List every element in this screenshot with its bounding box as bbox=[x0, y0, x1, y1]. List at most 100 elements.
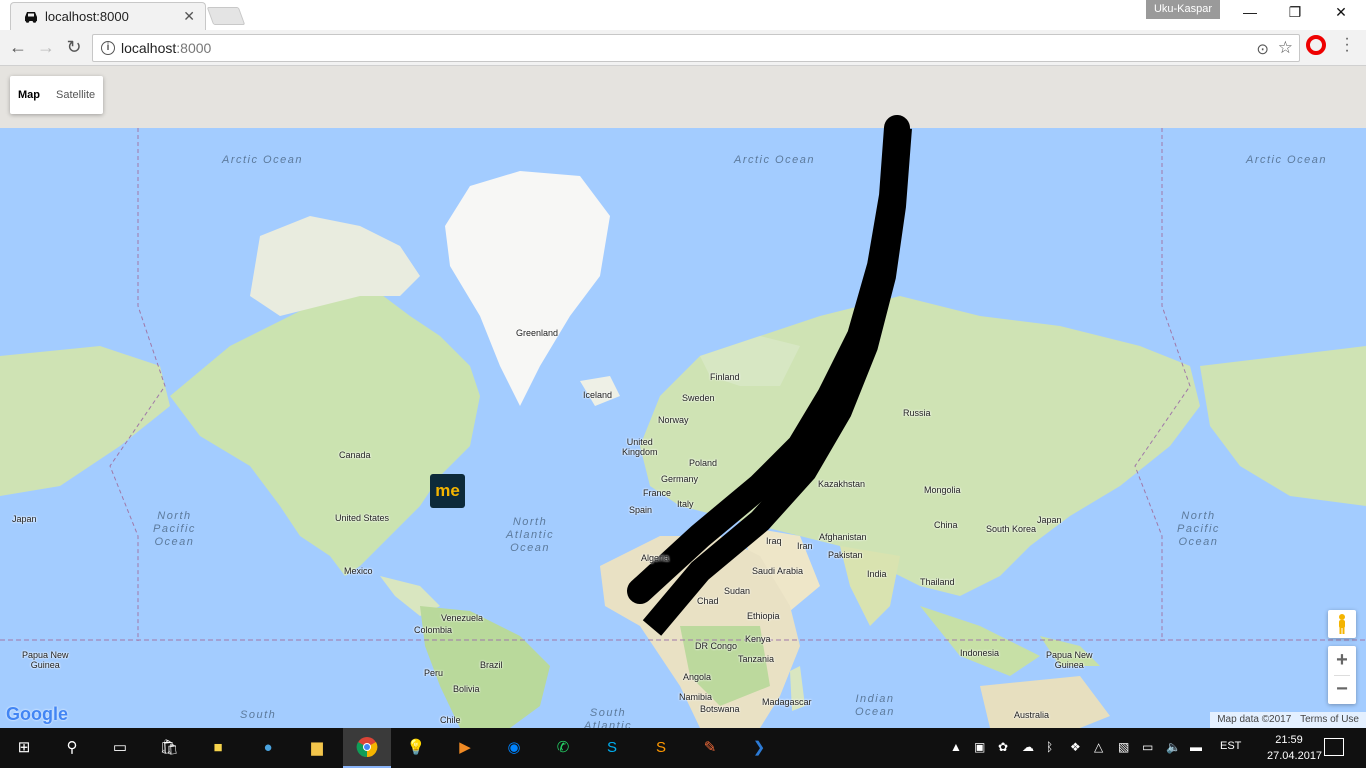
media-player-icon[interactable]: ▶ bbox=[453, 736, 477, 760]
search-icon[interactable]: ⚲ bbox=[60, 736, 84, 760]
url-text[interactable]: localhost:8000 bbox=[121, 40, 211, 56]
chrome-logo-icon bbox=[356, 737, 378, 758]
place-label: Mexico bbox=[344, 566, 373, 576]
place-label: South Korea bbox=[986, 524, 1037, 534]
messenger-icon[interactable]: ◉ bbox=[502, 736, 526, 760]
tray-app-icon[interactable]: ▧ bbox=[1118, 740, 1129, 754]
place-label: Papua New Guinea bbox=[1046, 650, 1093, 670]
skype-icon[interactable]: S bbox=[600, 736, 624, 760]
back-arrow-icon[interactable]: ← bbox=[6, 36, 30, 60]
windows-taskbar: ⊞ ⚲ ▭ 🛍 ■ ● ▆ 💡 ▶ ◉ ✆ S S ✎ ❯ ▲ ▣ ✿ ☁ ᛒ … bbox=[0, 728, 1366, 768]
sublime-text-icon[interactable]: S bbox=[649, 736, 673, 760]
zoom-out-button[interactable]: − bbox=[1328, 675, 1356, 704]
ocean-label: South Atlantic bbox=[584, 707, 633, 728]
place-label: Finland bbox=[710, 372, 740, 382]
place-label: Chile bbox=[440, 715, 461, 725]
place-label: Indonesia bbox=[960, 648, 1000, 658]
reload-icon[interactable]: ↻ bbox=[62, 36, 86, 60]
place-label: DR Congo bbox=[695, 641, 738, 651]
new-tab-button[interactable] bbox=[206, 7, 246, 25]
street-view-pegman-icon[interactable] bbox=[1328, 610, 1356, 638]
restore-button[interactable]: ❐ bbox=[1272, 4, 1318, 24]
ocean-label: North Pacific Ocean bbox=[153, 510, 196, 548]
paint-app-icon[interactable]: ✎ bbox=[698, 736, 722, 760]
terms-of-use-link[interactable]: Terms of Use bbox=[1300, 714, 1359, 725]
place-label: Bolivia bbox=[453, 684, 480, 694]
ocean-label: Arctic Ocean bbox=[1246, 154, 1327, 166]
tab-close-icon[interactable]: ✕ bbox=[183, 8, 195, 25]
google-map[interactable]: Map Satellite Arctic Ocean Arctic Ocean … bbox=[0, 66, 1366, 728]
place-label: Greenland bbox=[516, 328, 559, 338]
tray-battery-icon[interactable]: ▬ bbox=[1190, 740, 1202, 754]
clock-date: 27.04.2017 bbox=[1267, 750, 1323, 762]
whatsapp-icon[interactable]: ✆ bbox=[551, 736, 575, 760]
map-type-satellite-button[interactable]: Satellite bbox=[48, 76, 103, 114]
tray-dropbox-icon[interactable]: ❖ bbox=[1070, 740, 1081, 754]
map-type-map-button[interactable]: Map bbox=[10, 76, 48, 114]
place-label: Kazakhstan bbox=[818, 479, 866, 489]
action-center-icon[interactable] bbox=[1324, 738, 1344, 756]
tray-bluetooth-icon[interactable]: ᛒ bbox=[1046, 740, 1053, 754]
place-label: Pakistan bbox=[828, 550, 863, 560]
taskbar-clock[interactable]: 21:59 27.04.2017 bbox=[1267, 732, 1323, 764]
tray-onedrive-icon[interactable]: ☁ bbox=[1022, 740, 1034, 754]
google-logo[interactable]: Google bbox=[6, 704, 68, 725]
bookmark-star-icon[interactable]: ☆ bbox=[1278, 38, 1293, 58]
place-label: Papua New Guinea bbox=[22, 650, 69, 670]
place-label: Russia bbox=[903, 408, 931, 418]
ocean-label: North Atlantic Ocean bbox=[506, 516, 555, 554]
thunderbird-icon[interactable]: ● bbox=[256, 736, 280, 760]
place-label: Mongolia bbox=[924, 485, 961, 495]
windows-start-icon[interactable]: ⊞ bbox=[12, 736, 36, 760]
place-label: Tanzania bbox=[738, 654, 775, 664]
powershell-icon[interactable]: ❯ bbox=[747, 736, 771, 760]
tray-drive-icon[interactable]: ▲ bbox=[950, 740, 962, 754]
place-label: Japan bbox=[12, 514, 37, 524]
place-label: Namibia bbox=[679, 692, 713, 702]
tray-google-drive-icon[interactable]: △ bbox=[1094, 740, 1103, 754]
minimize-button[interactable]: — bbox=[1227, 4, 1273, 24]
tray-network-icon[interactable]: ▭ bbox=[1142, 740, 1153, 754]
place-label: Canada bbox=[339, 450, 371, 460]
place-label: Madagascar bbox=[762, 697, 812, 707]
location-icon[interactable]: ⊙ bbox=[1256, 40, 1269, 58]
place-label: Ethiopia bbox=[747, 611, 780, 621]
tray-volume-icon[interactable]: 🔈 bbox=[1166, 740, 1181, 754]
sticky-notes-icon[interactable]: ■ bbox=[206, 736, 230, 760]
lightbulb-app-icon[interactable]: 💡 bbox=[404, 736, 428, 760]
site-info-icon[interactable]: i bbox=[101, 41, 115, 55]
zoom-control: + − bbox=[1328, 646, 1356, 704]
place-label: Australia bbox=[1014, 710, 1050, 720]
pegman-figure-icon bbox=[1339, 614, 1345, 634]
map-type-control: Map Satellite bbox=[10, 76, 104, 114]
language-indicator[interactable]: EST bbox=[1220, 740, 1241, 752]
profile-badge[interactable]: Uku-Kaspar bbox=[1146, 0, 1220, 19]
place-label: Sweden bbox=[682, 393, 715, 403]
store-icon[interactable]: 🛍 bbox=[157, 736, 181, 760]
tab-title: localhost:8000 bbox=[45, 9, 129, 24]
file-explorer-icon[interactable]: ▆ bbox=[305, 736, 329, 760]
close-window-button[interactable]: ✕ bbox=[1318, 4, 1364, 24]
place-label: Germany bbox=[661, 474, 699, 484]
me-location-marker[interactable]: me bbox=[430, 474, 465, 508]
browser-tab[interactable]: localhost:8000 ✕ bbox=[10, 2, 206, 30]
place-label: Peru bbox=[424, 668, 444, 678]
tab-strip: localhost:8000 ✕ Uku-Kaspar — ❐ ✕ bbox=[0, 0, 1366, 30]
browser-menu-icon[interactable]: · · · bbox=[1340, 31, 1354, 59]
place-label: Iran bbox=[797, 541, 813, 551]
opera-extension-icon[interactable] bbox=[1306, 35, 1326, 55]
tray-box-icon[interactable]: ▣ bbox=[974, 740, 985, 754]
car-favicon-icon bbox=[25, 12, 37, 23]
ocean-label: Indian Ocean bbox=[855, 693, 895, 718]
place-label: Colombia bbox=[414, 625, 453, 635]
address-bar[interactable]: i localhost:8000 ⊙ ☆ bbox=[92, 34, 1300, 62]
chrome-icon[interactable] bbox=[355, 736, 379, 760]
url-host: localhost bbox=[121, 40, 177, 56]
place-label: Italy bbox=[677, 499, 694, 509]
tray-photos-icon[interactable]: ✿ bbox=[998, 740, 1008, 754]
zoom-in-button[interactable]: + bbox=[1328, 646, 1356, 675]
forward-arrow-icon[interactable]: → bbox=[34, 36, 58, 60]
place-label: Brazil bbox=[480, 660, 503, 670]
task-view-icon[interactable]: ▭ bbox=[108, 736, 132, 760]
place-label: Thailand bbox=[920, 577, 955, 587]
